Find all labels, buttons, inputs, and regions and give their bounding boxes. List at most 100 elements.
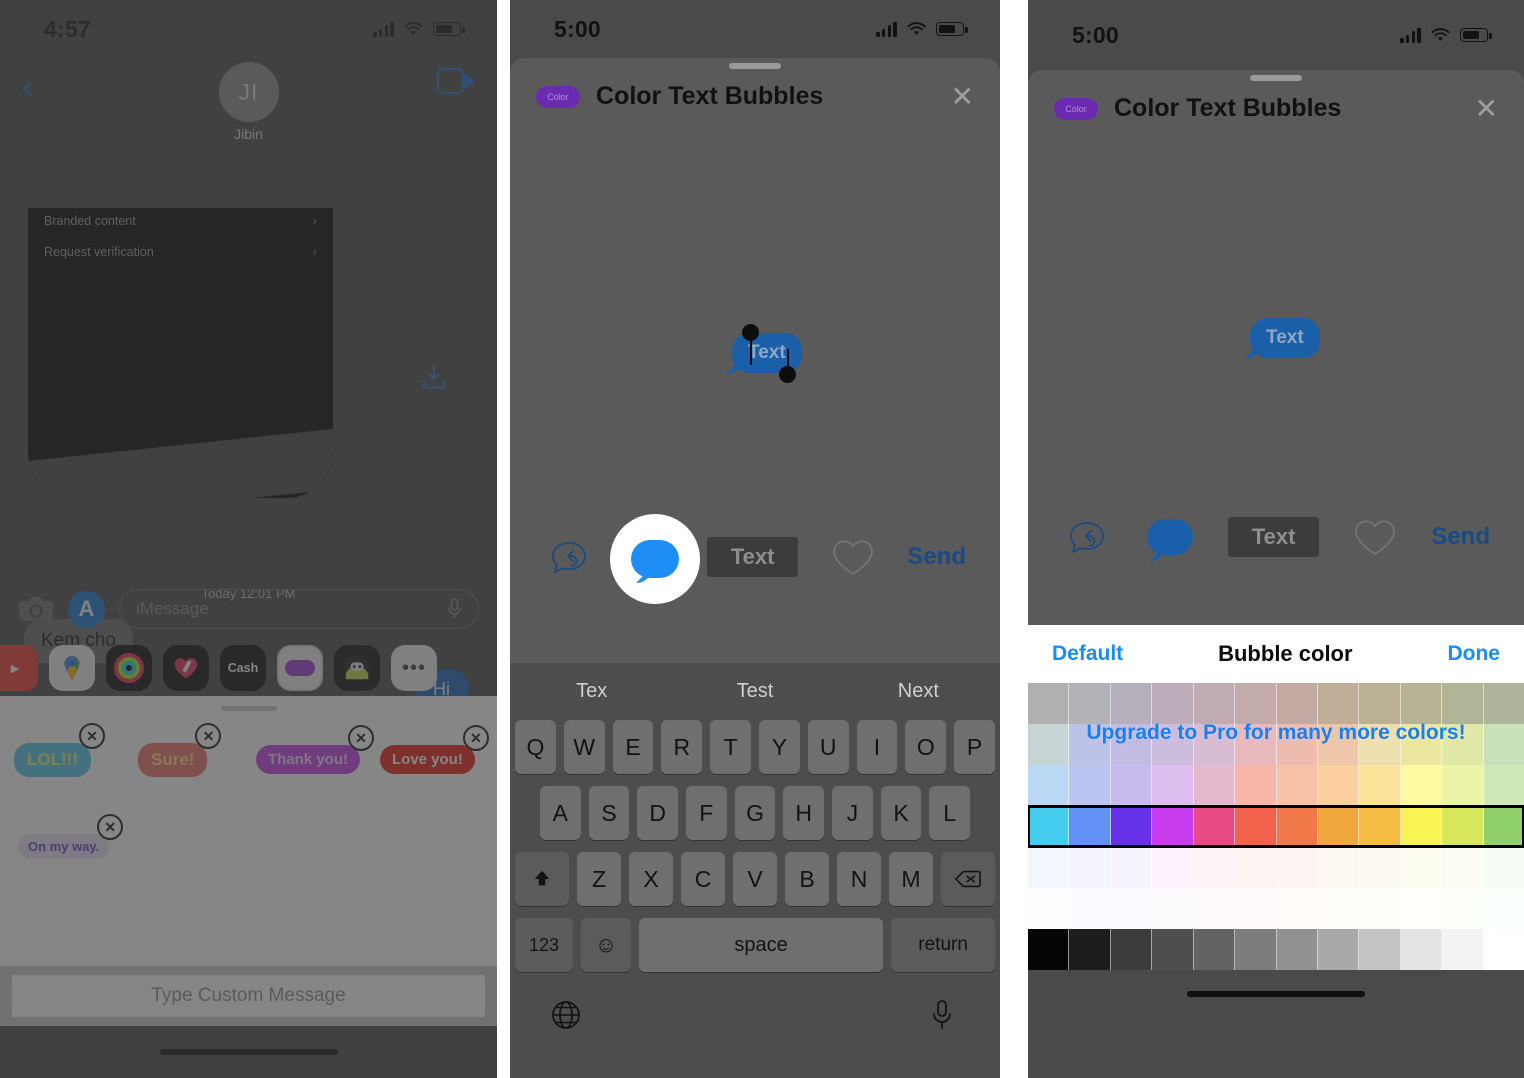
color-swatch[interactable] (1359, 847, 1401, 888)
rotate-handle[interactable] (742, 324, 759, 341)
key-e[interactable]: E (612, 720, 654, 774)
color-swatch[interactable] (1276, 847, 1318, 888)
color-swatch[interactable] (1235, 847, 1277, 888)
key-j[interactable]: J (832, 786, 873, 840)
color-swatch[interactable] (1069, 683, 1111, 724)
color-swatch[interactable] (1483, 765, 1524, 806)
key-q[interactable]: Q (515, 720, 556, 774)
prediction-item[interactable]: Test (673, 680, 836, 703)
text-tool-button[interactable]: Text (1227, 517, 1320, 557)
color-swatch[interactable] (1235, 888, 1277, 929)
key-g[interactable]: G (734, 786, 776, 840)
color-swatch[interactable] (1028, 765, 1070, 806)
send-button[interactable]: Send (1431, 523, 1490, 551)
default-button[interactable]: Default (1052, 642, 1123, 666)
color-swatch[interactable] (1193, 683, 1236, 724)
color-swatch[interactable] (1400, 765, 1443, 806)
color-swatch[interactable] (1069, 888, 1111, 929)
app-icon-game[interactable] (334, 645, 380, 691)
key-f[interactable]: F (686, 786, 727, 840)
color-swatch[interactable] (1483, 806, 1524, 847)
key-y[interactable]: Y (759, 720, 800, 774)
app-store-icon[interactable]: A (68, 590, 105, 628)
color-swatch[interactable] (1442, 888, 1484, 929)
color-swatch[interactable] (1028, 806, 1070, 847)
camera-icon[interactable] (18, 595, 54, 623)
bubble-canvas[interactable]: Text (1028, 123, 1524, 493)
microphone-icon[interactable] (447, 598, 462, 620)
key-i[interactable]: I (856, 720, 898, 774)
color-swatch[interactable] (1442, 929, 1484, 970)
color-swatch[interactable] (1152, 888, 1194, 929)
color-swatch[interactable] (1317, 765, 1360, 806)
close-icon[interactable]: ✕ (348, 725, 375, 751)
color-swatch[interactable] (1400, 888, 1443, 929)
key-r[interactable]: R (661, 720, 703, 774)
color-swatch[interactable] (1110, 683, 1153, 724)
video-camera-icon[interactable] (437, 68, 475, 94)
color-swatch[interactable] (1317, 888, 1360, 929)
color-swatch[interactable] (1442, 765, 1484, 806)
shift-icon[interactable] (515, 852, 569, 906)
color-swatch[interactable] (1235, 929, 1277, 970)
heart-icon[interactable] (1351, 516, 1399, 558)
key-h[interactable]: H (783, 786, 825, 840)
color-swatch[interactable] (1276, 806, 1318, 847)
color-swatch[interactable] (1483, 888, 1524, 929)
color-swatch[interactable] (1193, 888, 1236, 929)
key-b[interactable]: B (785, 852, 829, 906)
color-swatch[interactable] (1152, 847, 1194, 888)
prediction-item[interactable]: Tex (510, 680, 673, 703)
color-swatch[interactable] (1028, 929, 1070, 970)
key-u[interactable]: U (807, 720, 849, 774)
preview-bubble[interactable]: Text (1250, 318, 1320, 358)
numbers-key[interactable]: 123 (515, 918, 573, 972)
color-swatch[interactable] (1110, 888, 1153, 929)
sticker-item[interactable]: LOL!!! ✕ (14, 723, 105, 777)
color-swatch[interactable] (1317, 683, 1360, 724)
return-key[interactable]: return (891, 918, 995, 972)
color-swatch[interactable] (1235, 806, 1277, 847)
app-icon-youtube[interactable]: ▶ (0, 645, 38, 691)
text-tool-button[interactable]: Text (706, 537, 799, 577)
key-c[interactable]: C (681, 852, 725, 906)
key-s[interactable]: S (588, 786, 630, 840)
bubble-canvas[interactable]: Text (510, 111, 1000, 511)
key-m[interactable]: M (889, 852, 933, 906)
home-indicator[interactable] (159, 1049, 338, 1055)
color-swatch[interactable] (1359, 765, 1401, 806)
download-icon[interactable] (421, 364, 447, 392)
app-icon-more[interactable]: ••• (391, 645, 437, 691)
color-swatch[interactable] (1317, 806, 1360, 847)
upgrade-promo-text[interactable]: Upgrade to Pro for many more colors! (1028, 721, 1524, 745)
color-swatch[interactable] (1193, 806, 1236, 847)
color-swatch[interactable] (1359, 929, 1401, 970)
done-button[interactable]: Done (1447, 642, 1500, 666)
heart-icon[interactable] (829, 536, 877, 578)
microphone-icon[interactable] (928, 999, 960, 1031)
key-n[interactable]: N (837, 852, 881, 906)
key-w[interactable]: W (563, 720, 605, 774)
color-swatch[interactable] (1400, 847, 1443, 888)
app-icon-fitness[interactable] (106, 645, 152, 691)
app-icon-music-heart[interactable] (163, 645, 209, 691)
color-swatch[interactable] (1483, 683, 1524, 724)
key-l[interactable]: L (929, 786, 971, 840)
color-swatch[interactable] (1235, 765, 1277, 806)
sticker-item[interactable]: On my way. ✕ (18, 814, 124, 859)
color-swatch[interactable] (1028, 847, 1070, 888)
color-swatch[interactable] (1442, 806, 1484, 847)
color-swatch[interactable] (1152, 683, 1194, 724)
color-swatch[interactable] (1442, 683, 1484, 724)
color-swatch[interactable] (1110, 847, 1153, 888)
prediction-item[interactable]: Next (837, 680, 1000, 703)
close-icon[interactable]: ✕ (195, 723, 222, 749)
close-icon[interactable]: ✕ (951, 82, 974, 111)
key-p[interactable]: P (954, 720, 995, 774)
key-a[interactable]: A (539, 786, 581, 840)
sticker-item[interactable]: Sure! ✕ (138, 723, 222, 777)
sticker-item[interactable]: Thank you! ✕ (256, 725, 375, 774)
app-icon-apple-cash[interactable]: Cash (220, 645, 266, 691)
custom-message-input[interactable]: Type Custom Message (12, 975, 485, 1017)
close-icon[interactable]: ✕ (97, 814, 124, 840)
